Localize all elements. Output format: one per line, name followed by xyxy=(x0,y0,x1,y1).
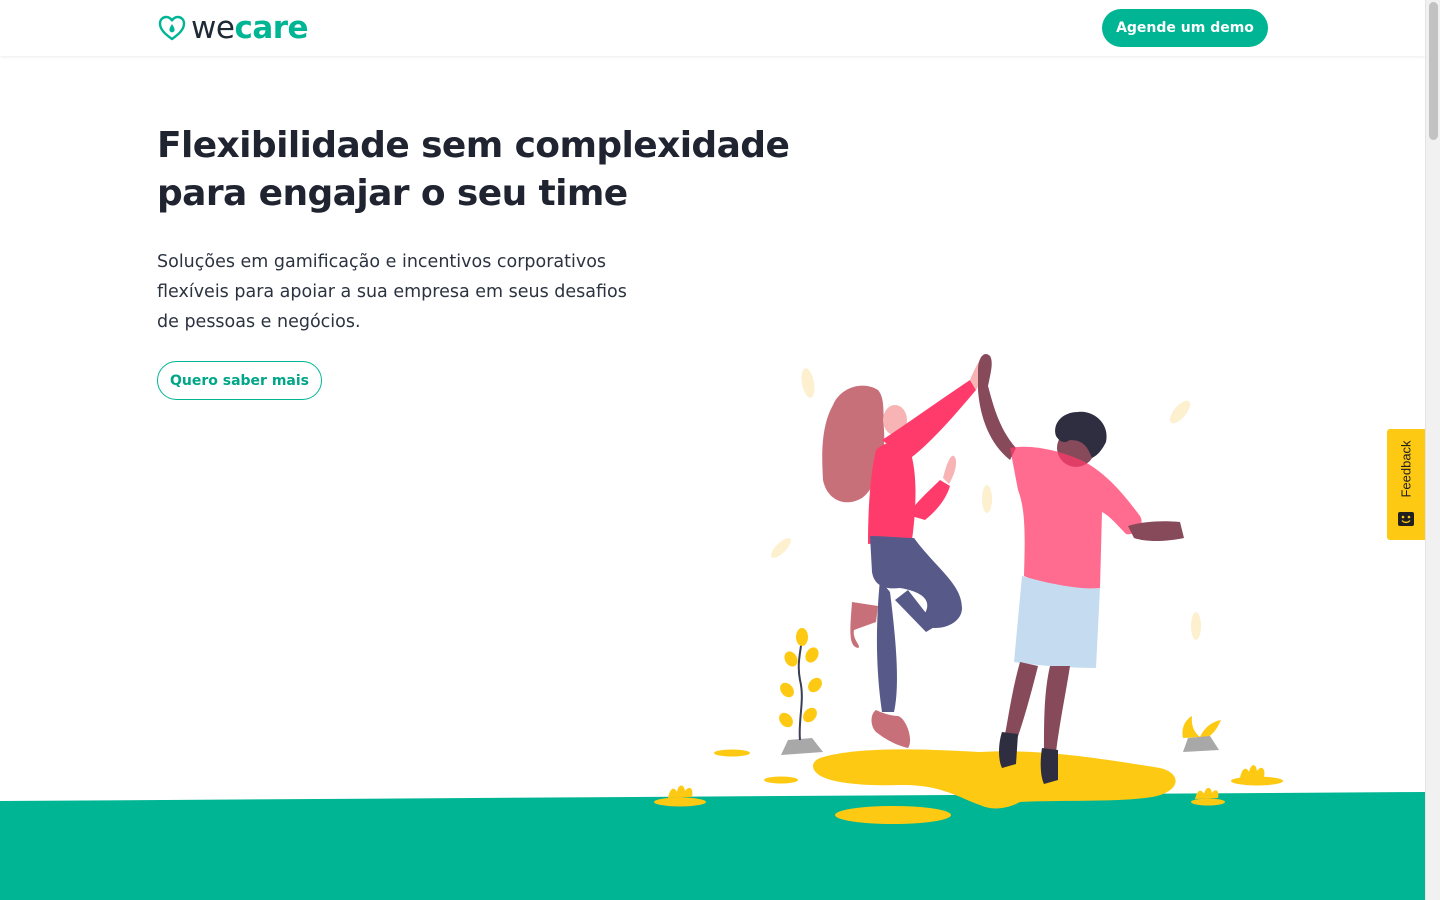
site-header: wecare Agende um demo xyxy=(0,0,1425,56)
high-five-illustration xyxy=(654,353,1283,824)
schedule-demo-button[interactable]: Agende um demo xyxy=(1102,9,1268,47)
hero-title: Flexibilidade sem complexidade para engaj… xyxy=(157,122,797,218)
page: wecare Agende um demo Flexibilidade sem … xyxy=(0,0,1425,900)
wecare-logo[interactable]: wecare xyxy=(157,10,309,46)
scrollbar-thumb[interactable] xyxy=(1429,2,1438,140)
hero-subtitle-line-3: de pessoas e negócios. xyxy=(157,312,361,332)
feedback-label: Feedback xyxy=(1398,440,1414,498)
hero-subtitle-line-2: flexíveis para apoiar a sua empresa em s… xyxy=(157,282,627,302)
logo-we: we xyxy=(191,10,235,46)
learn-more-button[interactable]: Quero saber mais xyxy=(157,361,322,400)
logo-wordmark: wecare xyxy=(191,10,309,46)
hero-title-line-2: para engajar o seu time xyxy=(157,173,628,214)
hero-title-line-1: Flexibilidade sem complexidade xyxy=(157,125,790,166)
hero-subtitle: Soluções em gamificação e incentivos cor… xyxy=(157,247,657,337)
hero-subtitle-line-1: Soluções em gamificação e incentivos cor… xyxy=(157,252,607,272)
smiley-box-icon xyxy=(1398,512,1414,526)
feedback-tab[interactable]: Feedback xyxy=(1387,429,1425,540)
heart-drop-icon xyxy=(158,15,186,41)
page-scrollbar[interactable] xyxy=(1425,0,1440,900)
logo-care: care xyxy=(234,10,309,46)
